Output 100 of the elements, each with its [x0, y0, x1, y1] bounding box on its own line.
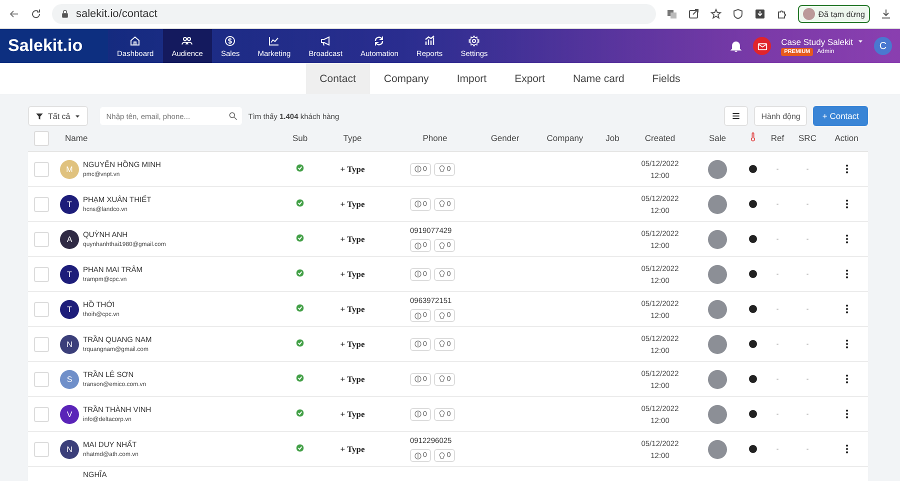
bulb-icon: [438, 242, 446, 250]
download-box-icon: [754, 8, 766, 20]
action-button[interactable]: Hành động: [754, 106, 808, 126]
add-type-button[interactable]: + Type: [334, 373, 371, 385]
bulb-icon: [438, 312, 446, 320]
column-header: Created: [644, 133, 676, 144]
add-type-button[interactable]: + Type: [334, 163, 371, 175]
avatar: V: [60, 404, 79, 424]
avatar: S: [60, 370, 79, 388]
mail-icon: [756, 40, 768, 52]
sub-tab[interactable]: Export: [500, 63, 559, 94]
avatar: A: [60, 230, 79, 248]
status-dot: [748, 235, 756, 243]
add-type-button[interactable]: + Type: [334, 338, 371, 350]
check-circle-icon: [296, 269, 304, 277]
row-checkbox[interactable]: [34, 406, 49, 422]
add-type-button[interactable]: + Type: [334, 268, 371, 280]
photo-placeholder: [708, 440, 727, 458]
bulb-icon: [438, 340, 446, 348]
status-dot: [748, 165, 756, 173]
people-icon: [181, 34, 194, 46]
status-dot: [748, 445, 756, 453]
profile-button[interactable]: Đã tạm dừng: [798, 5, 870, 23]
avatar: M: [60, 160, 79, 178]
menu-icon: [731, 111, 742, 121]
sync-icon: [373, 34, 386, 46]
photo-placeholder: [708, 194, 727, 214]
sub-tab[interactable]: Company: [370, 63, 443, 94]
column-header: Phone: [422, 133, 448, 144]
star-icon: [710, 8, 722, 20]
sub-tab[interactable]: Import: [442, 63, 501, 94]
photo-placeholder: [708, 160, 727, 178]
caret-icon: [857, 38, 864, 45]
add-type-button[interactable]: + Type: [334, 303, 371, 315]
bell-icon: [729, 39, 744, 53]
column-header: Type: [342, 133, 363, 144]
reload-icon: [30, 8, 42, 20]
add-type-button[interactable]: + Type: [334, 408, 371, 420]
column-header: Sub: [291, 133, 309, 144]
user-name[interactable]: Case Study Salekit: [781, 36, 853, 46]
row-checkbox[interactable]: [34, 162, 49, 176]
menu-button[interactable]: [724, 106, 748, 126]
address-bar[interactable]: salekit.io/contact: [52, 4, 656, 24]
photo-placeholder: [708, 300, 727, 318]
sub-tab[interactable]: Contact: [306, 63, 370, 94]
row-checkbox[interactable]: [34, 266, 49, 282]
sub-tab[interactable]: Fields: [638, 63, 694, 94]
check-circle-icon: [296, 409, 304, 417]
photo-placeholder: [708, 404, 727, 424]
add-type-button[interactable]: + Type: [334, 443, 371, 455]
column-header: Ref: [770, 133, 786, 144]
app-logo[interactable]: Salekit.io: [0, 29, 108, 63]
check-circle-icon: [296, 339, 304, 347]
check-circle-icon: [296, 164, 304, 172]
filter-dropdown[interactable]: Tất cả: [28, 106, 88, 126]
user-avatar[interactable]: C: [874, 37, 892, 55]
column-header: Gender: [490, 133, 520, 144]
avatar: N: [60, 334, 79, 354]
column-header: SRC: [798, 133, 818, 144]
column-header: Name: [64, 133, 89, 144]
add-type-button[interactable]: + Type: [334, 198, 371, 210]
check-circle-icon: [296, 234, 304, 242]
status-dot: [748, 270, 756, 278]
row-checkbox[interactable]: [34, 302, 49, 316]
translate-icon: [666, 8, 678, 20]
sub-tab[interactable]: Name card: [558, 63, 638, 94]
gear-icon: [468, 34, 480, 46]
megaphone-icon: [320, 34, 332, 46]
status-dot: [748, 410, 756, 418]
photo-placeholder: [708, 230, 727, 248]
status-dot: [748, 200, 756, 208]
status-dot: [748, 305, 756, 313]
check-circle-icon: [296, 199, 304, 207]
avatar: T: [60, 264, 79, 284]
photo-placeholder: [708, 334, 727, 354]
bulb-icon: [438, 452, 446, 460]
photo-placeholder: [708, 264, 727, 284]
row-checkbox[interactable]: [34, 372, 49, 386]
mail-button[interactable]: [753, 37, 772, 55]
bulb-icon: [438, 270, 446, 278]
bar-chart-icon: [424, 34, 436, 46]
column-header: Job: [604, 133, 620, 144]
share-icon: [688, 8, 700, 20]
row-checkbox[interactable]: [34, 442, 49, 456]
chart-icon: [268, 34, 280, 46]
bulb-icon: [438, 410, 446, 418]
add-type-button[interactable]: + Type: [334, 233, 371, 245]
shield-icon: [732, 8, 744, 20]
home-icon: [129, 34, 142, 46]
row-checkbox[interactable]: [34, 232, 49, 246]
column-header: Company: [546, 133, 584, 144]
bulb-icon: [438, 375, 446, 383]
row-checkbox[interactable]: [34, 336, 49, 352]
add-contact-button[interactable]: + Contact: [813, 106, 868, 126]
back-icon: [8, 8, 20, 20]
avatar: T: [60, 300, 79, 318]
row-checkbox[interactable]: [34, 196, 49, 212]
select-all-checkbox[interactable]: [34, 130, 49, 146]
filter-icon: [35, 112, 44, 120]
bulb-icon: [438, 200, 446, 208]
